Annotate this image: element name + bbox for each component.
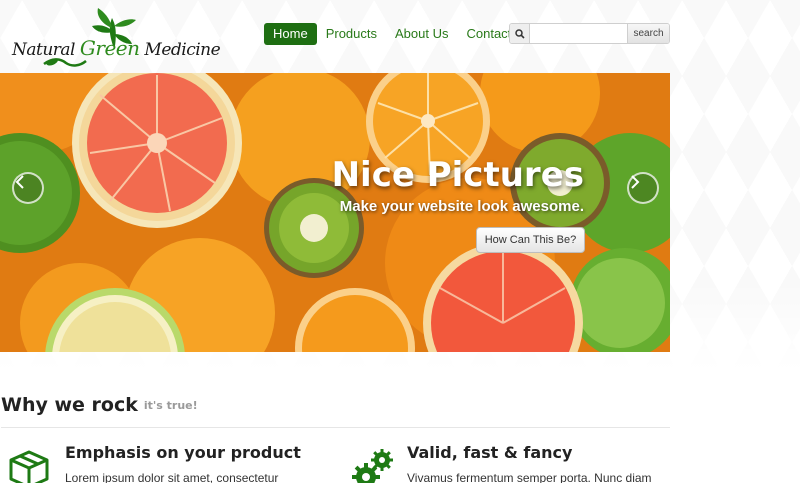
section-title-text: Why we rock <box>1 394 138 416</box>
main-nav: Home Products About Us Contact <box>264 23 520 45</box>
search-button[interactable]: search <box>627 24 669 43</box>
page-container: Natural Green Medicine Home Products Abo… <box>0 0 670 483</box>
feature-text: Lorem ipsum dolor sit amet, consectetur <box>65 471 279 483</box>
search-bar: search <box>509 23 670 44</box>
logo-swirl-icon <box>43 58 87 67</box>
logo-word-medicine: Medicine <box>144 40 221 60</box>
chevron-right-icon <box>631 175 640 189</box>
section-divider <box>1 427 670 428</box>
gears-icon <box>352 449 393 483</box>
box-icon <box>9 450 49 483</box>
site-logo[interactable]: Natural Green Medicine <box>10 6 221 67</box>
chevron-left-icon <box>15 175 24 189</box>
nav-item-about-us[interactable]: About Us <box>386 23 457 45</box>
section-subtitle: it's true! <box>143 399 198 412</box>
feature-title: Valid, fast & fancy <box>407 443 573 462</box>
hero-title: Nice Pictures <box>331 155 584 195</box>
nav-item-home[interactable]: Home <box>264 23 317 45</box>
hero-subtitle: Make your website look awesome. <box>339 198 584 215</box>
section-title: Why we rock it's true! <box>1 394 198 416</box>
search-icon[interactable] <box>510 24 530 43</box>
slider-prev-button[interactable] <box>12 172 44 204</box>
feature-title: Emphasis on your product <box>65 443 301 462</box>
hero-cta-button[interactable]: How Can This Be? <box>476 227 585 253</box>
search-input[interactable] <box>530 24 627 43</box>
feature-text: Vivamus fermentum semper porta. Nunc dia… <box>407 471 652 483</box>
slider-next-button[interactable] <box>627 172 659 204</box>
nav-item-products[interactable]: Products <box>317 23 386 45</box>
hero-slider: Nice Pictures Make your website look awe… <box>0 73 670 352</box>
